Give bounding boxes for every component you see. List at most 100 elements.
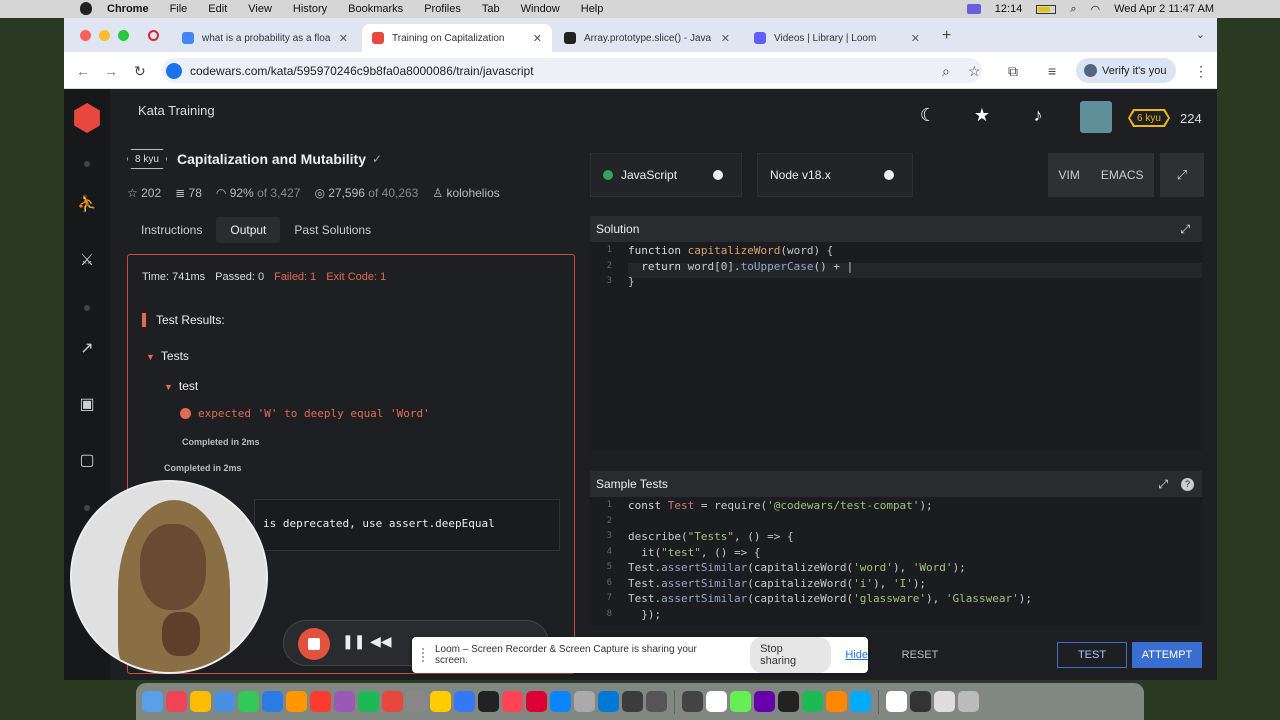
dock-app-icon[interactable]: [550, 691, 571, 712]
search-icon[interactable]: ⌕: [1070, 3, 1076, 16]
vim-mode-button[interactable]: VIM: [1058, 168, 1079, 182]
dock-app-icon[interactable]: [682, 691, 703, 712]
tab-mdn[interactable]: Array.prototype.slice() - Java ✕: [554, 24, 740, 52]
expand-icon[interactable]: ⤢: [1158, 477, 1168, 492]
stars-stat[interactable]: ☆ 202: [127, 186, 161, 200]
restart-icon[interactable]: ◀◀: [370, 633, 392, 650]
reading-list-icon[interactable]: ≡: [1048, 63, 1056, 79]
menu-tab[interactable]: Tab: [482, 3, 500, 15]
tab-search-chevron-icon[interactable]: ⌄: [1196, 28, 1205, 41]
dock-app-icon[interactable]: [406, 691, 427, 712]
dock-app-icon[interactable]: [478, 691, 499, 712]
author-stat[interactable]: ♙ kolohelios: [432, 186, 499, 200]
describe-group[interactable]: ▼ Tests: [146, 349, 189, 363]
dock-app-icon[interactable]: [238, 691, 259, 712]
close-tab-icon[interactable]: ✕: [713, 32, 730, 45]
dock-app-icon[interactable]: [310, 691, 331, 712]
zoom-window-button[interactable]: [118, 30, 129, 41]
leaderboard-icon[interactable]: ↗: [77, 339, 97, 359]
dock-app-icon[interactable]: [574, 691, 595, 712]
notification-bell-icon[interactable]: ♪: [1028, 105, 1048, 125]
address-bar[interactable]: codewars.com/kata/595970246c9b8fa0a80000…: [162, 58, 982, 83]
dock-app-icon[interactable]: [646, 691, 667, 712]
discord-icon[interactable]: ▣: [77, 395, 97, 415]
dock-app-icon[interactable]: [502, 691, 523, 712]
sample-tests-editor[interactable]: 1 const Test = require('@codewars/test-co…: [590, 497, 1202, 625]
record-indicator-icon[interactable]: [966, 4, 981, 14]
drag-handle-icon[interactable]: [422, 648, 426, 662]
dock-app-icon[interactable]: [598, 691, 619, 712]
close-tab-icon[interactable]: ✕: [331, 32, 348, 45]
close-window-button[interactable]: [80, 30, 91, 41]
close-tab-icon[interactable]: ✕: [525, 32, 542, 45]
loom-webcam-bubble[interactable]: [70, 480, 268, 674]
help-icon[interactable]: ?: [1181, 477, 1194, 491]
version-select[interactable]: Node v18.x: [757, 153, 913, 197]
attempt-button[interactable]: ATTEMPT: [1132, 642, 1202, 668]
dock-app-icon[interactable]: [526, 691, 547, 712]
avatar[interactable]: [1080, 101, 1112, 133]
expand-icon[interactable]: ⤢: [1180, 222, 1190, 237]
reset-button[interactable]: RESET: [894, 642, 946, 668]
tab-search[interactable]: what is a probability as a floa ✕: [172, 24, 358, 52]
dock-app-icon[interactable]: [886, 691, 907, 712]
verify-button[interactable]: Verify it's you: [1076, 58, 1176, 83]
tab-output[interactable]: Output: [216, 217, 281, 243]
tab-codewars[interactable]: Training on Capitalization ✕: [362, 24, 552, 52]
dock-app-icon[interactable]: [730, 691, 751, 712]
chat-icon[interactable]: ▢: [77, 451, 97, 471]
dock-app-icon[interactable]: [286, 691, 307, 712]
zoom-icon[interactable]: ⌕: [942, 63, 950, 80]
dock-app-icon[interactable]: [850, 691, 871, 712]
menu-profiles[interactable]: Profiles: [424, 3, 461, 15]
dock-app-icon[interactable]: [778, 691, 799, 712]
site-info-icon[interactable]: [166, 62, 182, 79]
dock-app-icon[interactable]: [166, 691, 187, 712]
dark-mode-moon-icon[interactable]: ☾: [918, 105, 938, 125]
dock-app-icon[interactable]: [706, 691, 727, 712]
fullscreen-icon[interactable]: ⤢: [1160, 153, 1204, 197]
dock-app-icon[interactable]: [910, 691, 931, 712]
menu-bookmarks[interactable]: Bookmarks: [348, 3, 403, 15]
reload-button[interactable]: ↻: [134, 63, 146, 80]
close-tab-icon[interactable]: ✕: [903, 32, 920, 45]
menu-chrome[interactable]: Chrome: [107, 3, 149, 15]
dock-app-icon[interactable]: [454, 691, 475, 712]
menu-edit[interactable]: Edit: [208, 3, 227, 15]
apple-icon[interactable]: [80, 2, 92, 15]
menu-window[interactable]: Window: [521, 3, 560, 15]
menu-history[interactable]: History: [293, 3, 327, 15]
dock-app-icon[interactable]: [358, 691, 379, 712]
bookmark-icon[interactable]: ★: [972, 105, 992, 125]
tab-loom[interactable]: Videos | Library | Loom ✕: [744, 24, 930, 52]
new-tab-button[interactable]: +: [942, 27, 951, 45]
dock-app-icon[interactable]: [262, 691, 283, 712]
dock-app-icon[interactable]: [826, 691, 847, 712]
back-button[interactable]: ←: [76, 63, 90, 79]
stop-recording-button[interactable]: [298, 628, 330, 660]
dock-app-icon[interactable]: [334, 691, 355, 712]
dock-app-icon[interactable]: [622, 691, 643, 712]
test-button[interactable]: TEST: [1057, 642, 1127, 668]
tab-instructions[interactable]: Instructions: [127, 217, 216, 243]
collections-stat[interactable]: ≣ 78: [175, 186, 202, 200]
extensions-icon[interactable]: ⧉: [1008, 63, 1018, 80]
dock-app-icon[interactable]: [754, 691, 775, 712]
tab-past-solutions[interactable]: Past Solutions: [280, 217, 385, 243]
hide-banner-link[interactable]: Hide: [845, 649, 868, 661]
dock-app-icon[interactable]: [802, 691, 823, 712]
pause-icon[interactable]: ❚❚: [342, 633, 365, 650]
menu-file[interactable]: File: [170, 3, 188, 15]
dock-app-icon[interactable]: [958, 691, 979, 712]
stop-sharing-button[interactable]: Stop sharing: [750, 637, 832, 673]
bookmark-star-icon[interactable]: ☆: [968, 63, 981, 80]
dock-app-icon[interactable]: [214, 691, 235, 712]
forward-button[interactable]: →: [104, 63, 118, 79]
train-icon[interactable]: ⚔: [77, 251, 97, 271]
emacs-mode-button[interactable]: EMACS: [1101, 168, 1144, 182]
practice-icon[interactable]: ⛹: [77, 195, 97, 215]
minimize-window-button[interactable]: [99, 30, 110, 41]
menu-help[interactable]: Help: [581, 3, 604, 15]
dock-app-icon[interactable]: [382, 691, 403, 712]
wifi-icon[interactable]: ◠: [1091, 3, 1101, 16]
